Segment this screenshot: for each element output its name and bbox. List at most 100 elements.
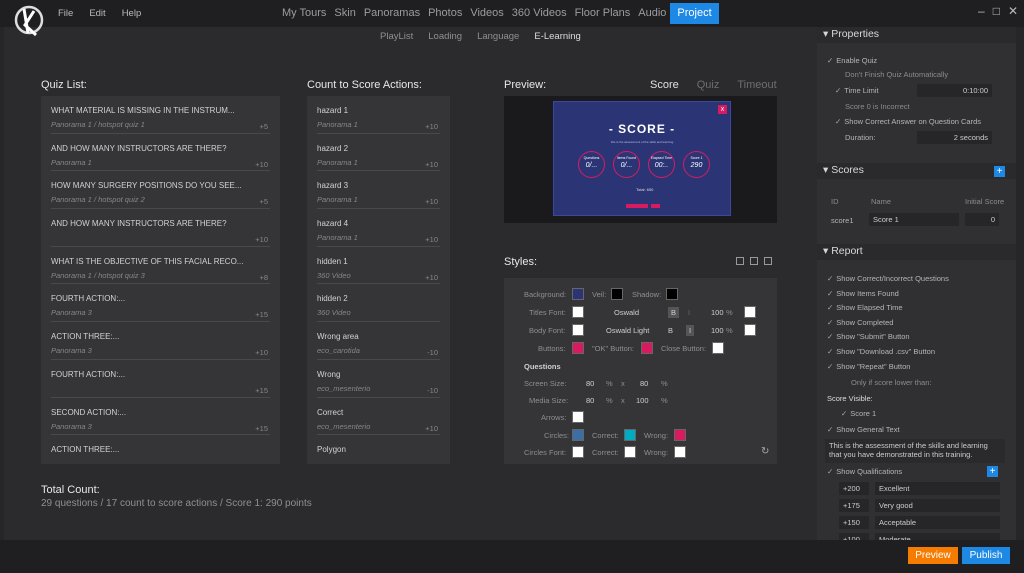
circles-correct-swatch[interactable] [624, 429, 636, 441]
list-item[interactable]: ACTION THREE:... [51, 435, 270, 464]
list-item[interactable]: Wrong eco_mesenterio -10 [317, 360, 440, 398]
tab-floor-plans[interactable]: Floor Plans [571, 3, 635, 24]
preview-tab-timeout[interactable]: Timeout [737, 79, 776, 91]
circles-wrong-swatch[interactable] [674, 429, 686, 441]
score-row-name[interactable]: Score 1 [869, 213, 959, 226]
circles-swatch[interactable] [572, 429, 584, 441]
close-icon[interactable]: ✕ [1008, 4, 1018, 18]
circles-font-correct-swatch[interactable] [624, 446, 636, 458]
show-qualifications-checkbox[interactable]: ✓ Show Qualifications [827, 467, 902, 476]
qualification-value[interactable]: +150 [839, 516, 869, 529]
media-width[interactable]: 80 [586, 396, 594, 405]
score-row-initial[interactable]: 0 [965, 213, 999, 226]
export-icon[interactable] [764, 257, 772, 265]
report-header[interactable]: ▾ Report [817, 244, 1016, 260]
list-item[interactable]: FOURTH ACTION:... Panorama 3 +15 [51, 284, 270, 323]
circles-font-wrong-swatch[interactable] [674, 446, 686, 458]
screen-width[interactable]: 80 [586, 379, 594, 388]
publish-button[interactable]: Publish [962, 547, 1010, 564]
menu-help[interactable]: Help [122, 8, 142, 19]
list-item[interactable]: WHAT MATERIAL IS MISSING IN THE INSTRUM.… [51, 96, 270, 134]
report-option-checkbox[interactable]: ✓ Show "Repeat" Button [827, 362, 910, 371]
media-height[interactable]: 100 [636, 396, 649, 405]
body-bold-toggle[interactable]: B [668, 326, 673, 335]
tab-project[interactable]: Project [670, 3, 719, 24]
shadow-swatch[interactable] [666, 288, 678, 300]
preview-button[interactable]: Preview [908, 547, 958, 564]
body-font-swatch[interactable] [744, 324, 756, 336]
body-font-color[interactable] [572, 324, 584, 336]
show-general-text-checkbox[interactable]: ✓ Show General Text [827, 425, 900, 434]
scores-header[interactable]: ▾ Scores [817, 163, 1016, 179]
tab-photos[interactable]: Photos [424, 3, 466, 24]
qualification-value[interactable]: +100 [839, 533, 869, 540]
qualification-value[interactable]: +175 [839, 499, 869, 512]
tab-panoramas[interactable]: Panoramas [360, 3, 424, 24]
list-item[interactable]: HOW MANY SURGERY POSITIONS DO YOU SEE...… [51, 171, 270, 210]
score-row-id[interactable]: score1 [831, 216, 854, 225]
subtab-loading[interactable]: Loading [428, 31, 462, 42]
screen-height[interactable]: 80 [640, 379, 648, 388]
grid-icon[interactable] [736, 257, 744, 265]
qualification-value[interactable]: +200 [839, 482, 869, 495]
tab-skin[interactable]: Skin [330, 3, 359, 24]
subtab-playlist[interactable]: PlayList [380, 31, 413, 42]
qualification-label[interactable]: Excellent [875, 482, 1000, 495]
report-option-checkbox[interactable]: ✓ Show Elapsed Time [827, 303, 903, 312]
menu-edit[interactable]: Edit [89, 8, 105, 19]
list-item[interactable]: SECOND ACTION:... Panorama 3 +15 [51, 398, 270, 436]
report-option-checkbox[interactable]: ✓ Show Completed [827, 318, 893, 327]
buttons-swatch[interactable] [572, 342, 584, 354]
restore-icon[interactable]: □ [993, 4, 1000, 18]
properties-header[interactable]: ▾ Properties [817, 27, 1016, 43]
tab-360-videos[interactable]: 360 Videos [508, 3, 571, 24]
menu-file[interactable]: File [58, 8, 73, 19]
time-limit-input[interactable]: 0:10:00 [917, 84, 992, 97]
veil-swatch[interactable] [611, 288, 623, 300]
qualification-label[interactable]: Very good [875, 499, 1000, 512]
preview-tab-score[interactable]: Score [650, 79, 679, 91]
reset-icon[interactable]: ↻ [761, 446, 769, 457]
list-item[interactable]: WHAT IS THE OBJECTIVE OF THIS FACIAL REC… [51, 247, 270, 285]
titles-font-color[interactable] [572, 306, 584, 318]
list-item[interactable]: hazard 3 Panorama 1 +10 [317, 171, 440, 210]
close-button-swatch[interactable] [712, 342, 724, 354]
only-if-option[interactable]: Only if score lower than: [851, 378, 931, 387]
circles-font-swatch[interactable] [572, 446, 584, 458]
right-scrollbar[interactable] [1016, 27, 1024, 540]
list-item[interactable]: AND HOW MANY INSTRUCTORS ARE THERE? Panor… [51, 134, 270, 172]
general-text-input[interactable]: This is the assessment of the skills and… [825, 439, 1005, 463]
list-item[interactable]: Wrong area eco_carotida -10 [317, 322, 440, 360]
body-font-size[interactable]: 100 [711, 326, 724, 335]
subtab-e-learning[interactable]: E-Learning [534, 31, 580, 42]
list-item[interactable]: AND HOW MANY INSTRUCTORS ARE THERE? +10 [51, 209, 270, 247]
arrows-swatch[interactable] [572, 411, 584, 423]
add-qualification-button[interactable]: + [987, 466, 998, 477]
score1-visible-checkbox[interactable]: ✓ Score 1 [841, 409, 876, 418]
list-item[interactable]: ACTION THREE:... Panorama 3 +10 [51, 322, 270, 360]
list-item[interactable]: hidden 1 360 Video +10 [317, 247, 440, 285]
report-option-checkbox[interactable]: ✓ Show Correct/Incorrect Questions [827, 274, 949, 283]
body-font-name[interactable]: Oswald Light [606, 326, 649, 335]
body-italic-toggle[interactable]: I [686, 325, 695, 336]
list-item[interactable]: Correct eco_mesenterio +10 [317, 398, 440, 436]
list-item[interactable]: hazard 1 Panorama 1 +10 [317, 96, 440, 134]
show-correct-checkbox[interactable]: ✓ Show Correct Answer on Question Cards [835, 117, 981, 126]
titles-bold-toggle[interactable]: B [668, 307, 680, 318]
list-item[interactable]: Polygon [317, 435, 440, 464]
tab-videos[interactable]: Videos [466, 3, 507, 24]
titles-font-swatch[interactable] [744, 306, 756, 318]
add-score-button[interactable]: + [994, 166, 1005, 177]
report-option-checkbox[interactable]: ✓ Show "Download .csv" Button [827, 347, 935, 356]
report-option-checkbox[interactable]: ✓ Show "Submit" Button [827, 332, 910, 341]
list-item[interactable]: FOURTH ACTION:... +15 [51, 360, 270, 398]
list-item[interactable]: hidden 2 360 Video [317, 284, 440, 323]
list-item[interactable]: hazard 4 Panorama 1 +10 [317, 209, 440, 247]
background-swatch[interactable] [572, 288, 584, 300]
ok-button-swatch[interactable] [641, 342, 653, 354]
tab-my-tours[interactable]: My Tours [278, 3, 330, 24]
preview-tab-quiz[interactable]: Quiz [697, 79, 720, 91]
list-item[interactable]: hazard 2 Panorama 1 +10 [317, 134, 440, 172]
report-option-checkbox[interactable]: ✓ Show Items Found [827, 289, 899, 298]
minimize-icon[interactable]: – [978, 4, 985, 18]
